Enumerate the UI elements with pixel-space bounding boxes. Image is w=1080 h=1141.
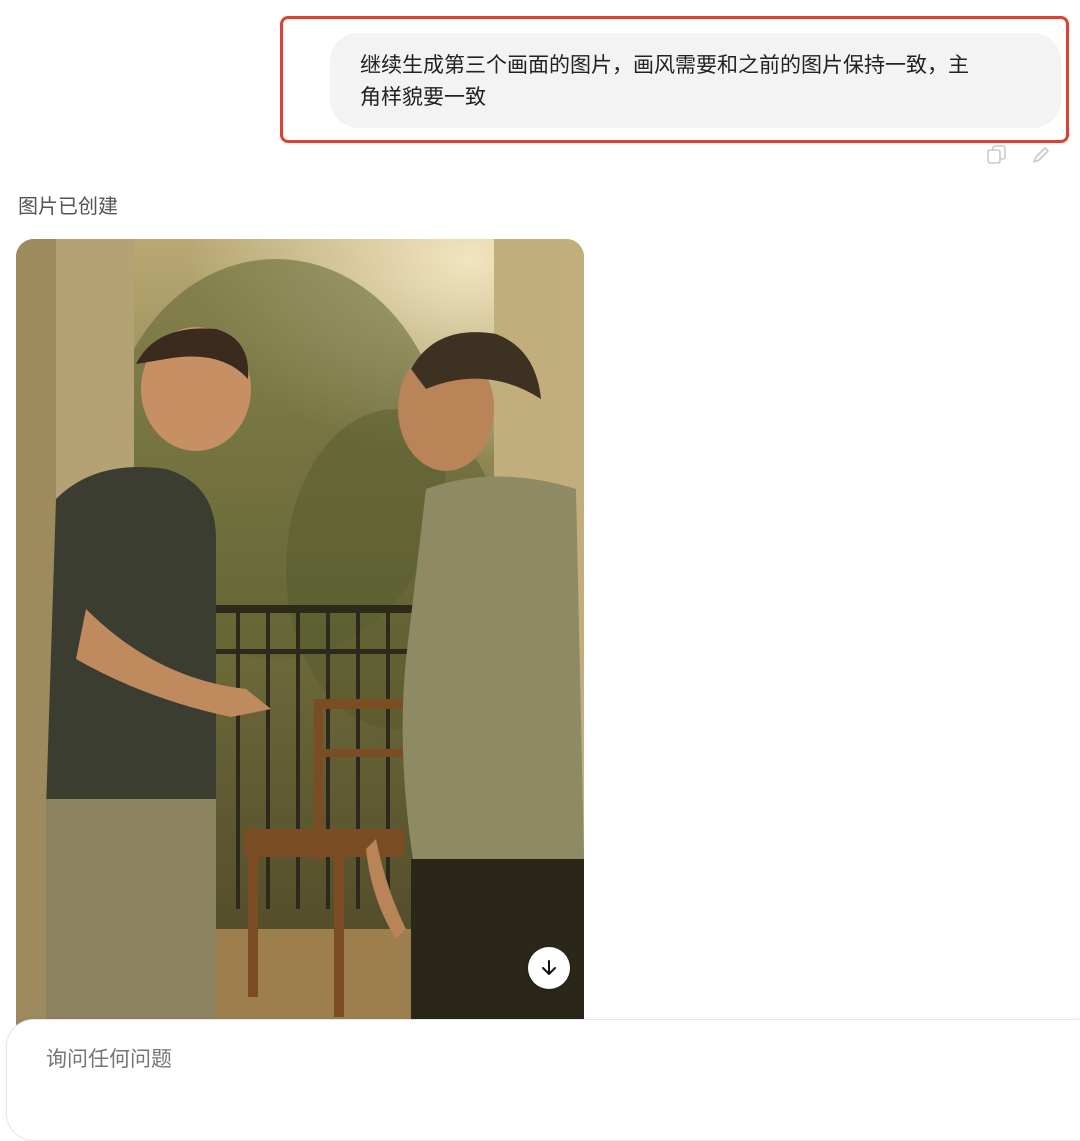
- edit-icon[interactable]: [1030, 144, 1052, 166]
- image-created-status: 图片已创建: [18, 194, 118, 218]
- composer-input[interactable]: [44, 1042, 948, 1076]
- generated-image[interactable]: [16, 239, 584, 1039]
- user-message-bubble: 继续生成第三个画面的图片，画风需要和之前的图片保持一致，主 角样貌要一致: [330, 33, 1061, 128]
- message-actions: [986, 144, 1052, 168]
- generated-image-illustration: [16, 239, 584, 1039]
- copy-icon[interactable]: [986, 144, 1008, 166]
- composer[interactable]: [6, 1019, 1080, 1141]
- download-button[interactable]: [528, 947, 570, 989]
- user-message-line-2: 角样貌要一致: [360, 85, 486, 109]
- user-message-line-1: 继续生成第三个画面的图片，画风需要和之前的图片保持一致，主: [360, 53, 969, 77]
- arrow-down-icon: [539, 958, 559, 978]
